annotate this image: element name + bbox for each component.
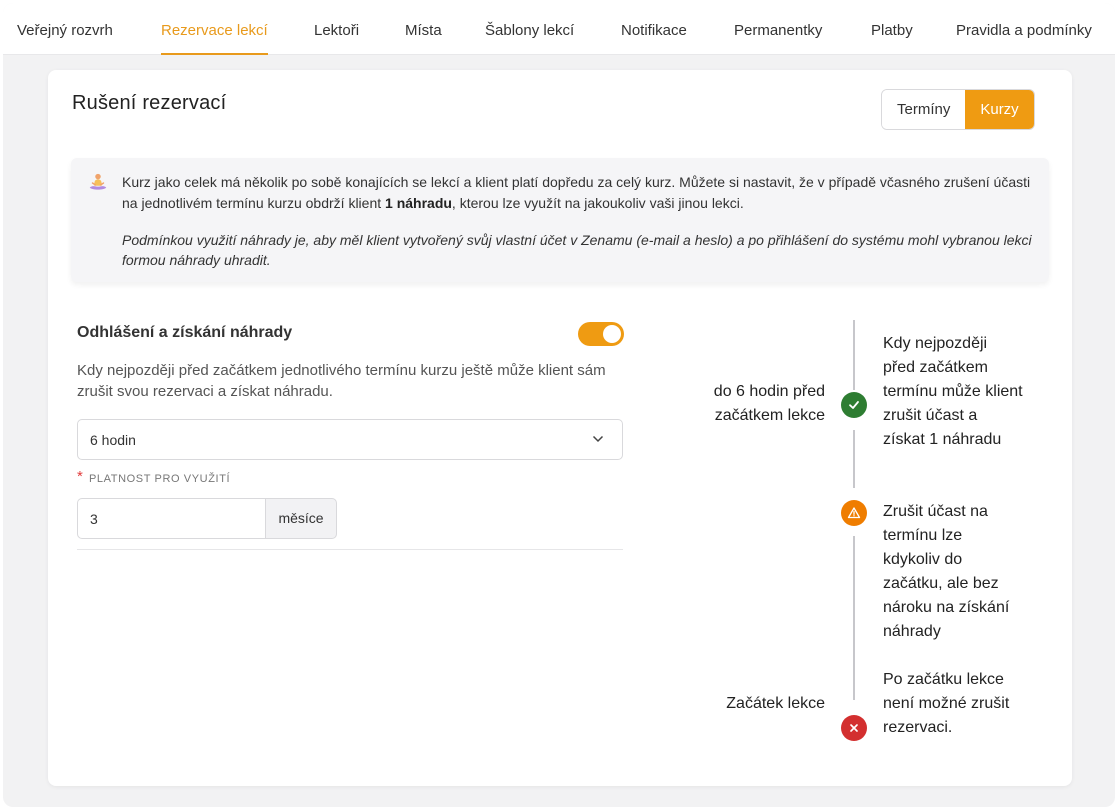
tab-rezervace-lekci[interactable]: Rezervace lekcí	[161, 3, 268, 55]
timeline-line	[853, 320, 855, 390]
page-title: Rušení rezervací	[72, 92, 227, 114]
meditation-icon	[89, 173, 107, 190]
section-divider	[77, 549, 623, 550]
timeline-step1-text: Kdy nejpozději před začátkem termínu můž…	[883, 335, 1023, 448]
mode-segmented-control: Termíny Kurzy	[881, 89, 1035, 130]
validity-label: PLATNOST PRO VYUŽITÍ	[89, 473, 231, 485]
tab-mista[interactable]: Místa	[405, 3, 442, 55]
timeline-step2-text: Zrušit účast na termínu lze kdykoliv do …	[883, 503, 1010, 640]
refund-toggle[interactable]	[578, 322, 624, 346]
tab-pravidla-a-podminky[interactable]: Pravidla a podmínky	[956, 3, 1092, 55]
tab-verejny-rozvrh[interactable]: Veřejný rozvrh	[17, 3, 113, 55]
segment-kurzy[interactable]: Kurzy	[965, 90, 1034, 129]
timeline-line	[853, 430, 855, 488]
cancellation-card: Rušení rezervací Termíny Kurzy Kurz jako…	[48, 70, 1072, 786]
timeline-line	[853, 536, 855, 700]
select-value: 6 hodin	[90, 432, 136, 448]
validity-input[interactable]	[77, 498, 266, 539]
tab-notifikace[interactable]: Notifikace	[621, 3, 687, 55]
segment-terminy[interactable]: Termíny	[882, 90, 966, 129]
tab-permanentky[interactable]: Permanentky	[734, 3, 822, 55]
tab-platby[interactable]: Platby	[871, 3, 913, 55]
info-note: Podmínkou využití náhrady je, aby měl kl…	[122, 232, 1032, 268]
info-text: Kurz jako celek má několik po sobě konaj…	[122, 174, 1031, 211]
close-icon	[841, 715, 867, 741]
info-box: Kurz jako celek má několik po sobě konaj…	[71, 158, 1049, 282]
required-mark: *	[77, 468, 83, 485]
tab-sablony-lekci[interactable]: Šablony lekcí	[485, 3, 574, 55]
refund-section-title: Odhlášení a získání náhrady	[77, 324, 293, 341]
check-icon	[841, 392, 867, 418]
app-frame: Veřejný rozvrh Rezervace lekcí Lektoři M…	[3, 3, 1115, 807]
refund-description: Kdy nejpozději před začátkem jednotlivéh…	[77, 362, 606, 400]
validity-unit: měsíce	[265, 498, 337, 539]
toggle-knob	[603, 325, 621, 343]
chevron-down-icon	[592, 435, 604, 443]
tab-lektori[interactable]: Lektoři	[314, 3, 359, 55]
top-tab-bar: Veřejný rozvrh Rezervace lekcí Lektoři M…	[3, 3, 1115, 55]
refund-deadline-select[interactable]: 6 hodin	[77, 419, 623, 460]
warning-icon	[841, 500, 867, 526]
timeline-step3-label: Začátek lekce	[726, 695, 825, 712]
timeline-step3-text: Po začátku lekce není možné zrušit rezer…	[883, 671, 1010, 736]
timeline-step1-label: do 6 hodin před začátkem lekce	[713, 383, 825, 424]
